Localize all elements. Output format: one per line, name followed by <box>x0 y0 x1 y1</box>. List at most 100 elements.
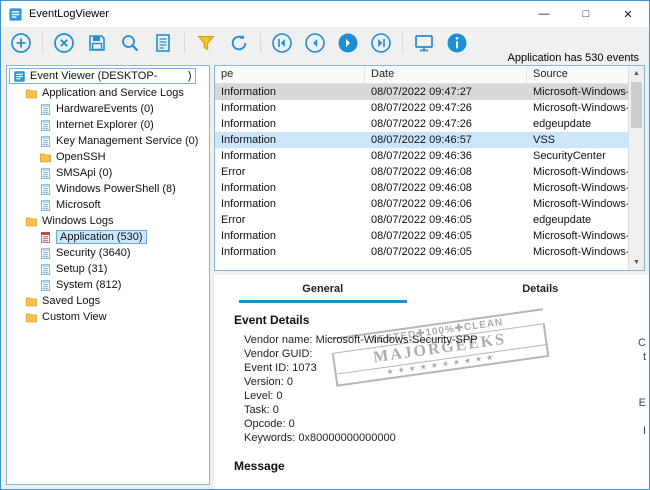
toolbar-separator <box>184 33 185 53</box>
log-red-icon <box>39 231 52 244</box>
tree-item[interactable]: HardwareEvents (0) <box>7 101 209 117</box>
event-row[interactable]: Error08/07/2022 09:46:05edgeupdate <box>215 212 628 228</box>
tree-item[interactable]: Setup (31) <box>7 261 209 277</box>
tree-item[interactable]: Saved Logs <box>7 293 209 309</box>
event-source-cell: edgeupdate <box>527 212 628 228</box>
event-type-cell: Information <box>215 196 365 212</box>
tree-root[interactable]: Event Viewer (DESKTOP- ) <box>9 68 196 84</box>
tab-bar: General Details <box>214 279 649 303</box>
tree-item[interactable]: Windows PowerShell (8) <box>7 181 209 197</box>
column-header-type[interactable]: pe <box>215 66 365 83</box>
detail-field-value: 0 <box>289 418 295 430</box>
tree-item-label: Setup (31) <box>56 263 107 275</box>
table-body: Information08/07/2022 09:47:27Microsoft-… <box>215 84 628 270</box>
event-row[interactable]: Error08/07/2022 09:46:08Microsoft-Window… <box>215 164 628 180</box>
detail-field-value: 0 <box>287 376 293 388</box>
event-type-cell: Error <box>215 164 365 180</box>
tree-item[interactable]: Windows Logs <box>7 213 209 229</box>
tree-item[interactable]: Custom View <box>7 309 209 325</box>
scrollbar-thumb[interactable] <box>631 82 642 128</box>
tree-item[interactable]: OpenSSH <box>7 149 209 165</box>
filter-button[interactable] <box>194 31 218 55</box>
event-count-status: Application has 530 events <box>508 52 639 64</box>
tree-item[interactable]: Internet Explorer (0) <box>7 117 209 133</box>
nav-last-button[interactable] <box>369 31 393 55</box>
log-icon <box>39 135 52 148</box>
search-button[interactable] <box>118 31 142 55</box>
nav-prev-button[interactable] <box>303 31 327 55</box>
tree-item-label: HardwareEvents (0) <box>56 103 154 115</box>
nav-last-icon <box>369 32 393 54</box>
event-date-cell: 08/07/2022 09:47:26 <box>365 100 527 116</box>
event-type-cell: Information <box>215 116 365 132</box>
event-row[interactable]: Information08/07/2022 09:46:57VSS <box>215 132 628 148</box>
detail-field: Task: 0 <box>234 403 649 417</box>
save-button[interactable] <box>85 31 109 55</box>
event-date-cell: 08/07/2022 09:46:06 <box>365 196 527 212</box>
event-row[interactable]: Information08/07/2022 09:47:26edgeupdate <box>215 116 628 132</box>
event-date-cell: 08/07/2022 09:47:26 <box>365 116 527 132</box>
tree-item[interactable]: Key Management Service (0) <box>7 133 209 149</box>
close-button[interactable]: ✕ <box>607 1 649 27</box>
tab-general[interactable]: General <box>239 279 407 303</box>
event-source-cell: edgeupdate <box>527 116 628 132</box>
event-source-cell: Microsoft-Windows-Sec <box>527 196 628 212</box>
tree-item-label: Microsoft <box>56 199 101 211</box>
event-date-cell: 08/07/2022 09:46:05 <box>365 228 527 244</box>
delete-button[interactable] <box>52 31 76 55</box>
detail-field-label: Event ID: <box>244 362 292 374</box>
event-type-cell: Information <box>215 148 365 164</box>
event-row[interactable]: Information08/07/2022 09:46:05Microsoft-… <box>215 244 628 260</box>
event-row[interactable]: Information08/07/2022 09:47:26Microsoft-… <box>215 100 628 116</box>
info-button[interactable] <box>445 31 469 55</box>
tree-item-label: Windows PowerShell (8) <box>56 183 176 195</box>
detail-field-value: 0 <box>276 390 282 402</box>
add-button[interactable] <box>9 31 33 55</box>
tab-details[interactable]: Details <box>457 279 625 303</box>
tree-item[interactable]: Security (3640) <box>7 245 209 261</box>
tree-item-label: System (812) <box>56 279 121 291</box>
detail-field-value: Microsoft-Windows-Security-SPP <box>316 334 478 346</box>
event-source-cell: Microsoft-Windows-Sec <box>527 244 628 260</box>
tree-item[interactable]: System (812) <box>7 277 209 293</box>
log-icon <box>39 199 52 212</box>
column-header-source[interactable]: Source <box>527 66 628 83</box>
maximize-button[interactable]: □ <box>565 1 607 27</box>
table-scrollbar[interactable]: ▲ ▼ <box>628 66 644 270</box>
events-table: pe Date Source Information08/07/2022 09:… <box>214 65 645 271</box>
detail-field-label: Opcode: <box>244 418 289 430</box>
event-source-cell: SecurityCenter <box>527 148 628 164</box>
detail-field: Version: 0 <box>234 375 649 389</box>
tree-item[interactable]: Application (530) <box>7 229 209 245</box>
tree-items: Application and Service Logs HardwareEven… <box>7 85 209 325</box>
event-row[interactable]: Information08/07/2022 09:46:06Microsoft-… <box>215 196 628 212</box>
detail-field-value: 0x80000000000000 <box>298 432 395 444</box>
scroll-up-icon[interactable]: ▲ <box>629 66 644 81</box>
event-row[interactable]: Information08/07/2022 09:47:27Microsoft-… <box>215 84 628 100</box>
tree-item-label: OpenSSH <box>56 151 106 163</box>
event-row[interactable]: Information08/07/2022 09:46:36SecurityCe… <box>215 148 628 164</box>
tree-item[interactable]: Application and Service Logs <box>7 85 209 101</box>
folder-icon <box>39 151 52 164</box>
event-type-cell: Information <box>215 132 365 148</box>
tree-item[interactable]: SMSApi (0) <box>7 165 209 181</box>
column-header-date[interactable]: Date <box>365 66 527 83</box>
tree-item-label: Saved Logs <box>42 295 100 307</box>
tree-item[interactable]: Microsoft <box>7 197 209 213</box>
minimize-button[interactable]: — <box>523 1 565 27</box>
event-type-cell: Error <box>215 212 365 228</box>
event-row[interactable]: Information08/07/2022 09:46:05Microsoft-… <box>215 228 628 244</box>
event-row[interactable]: Information08/07/2022 09:46:08Microsoft-… <box>215 180 628 196</box>
log-icon <box>39 183 52 196</box>
add-icon <box>9 32 33 54</box>
monitor-icon <box>412 32 436 54</box>
monitor-button[interactable] <box>412 31 436 55</box>
tree-item-label: Key Management Service (0) <box>56 135 198 147</box>
filter-icon <box>194 32 218 54</box>
report-button[interactable] <box>151 31 175 55</box>
refresh-button[interactable] <box>227 31 251 55</box>
nav-next-button[interactable] <box>336 31 360 55</box>
scroll-down-icon[interactable]: ▼ <box>629 255 644 270</box>
toolbar-separator <box>402 33 403 53</box>
nav-first-button[interactable] <box>270 31 294 55</box>
